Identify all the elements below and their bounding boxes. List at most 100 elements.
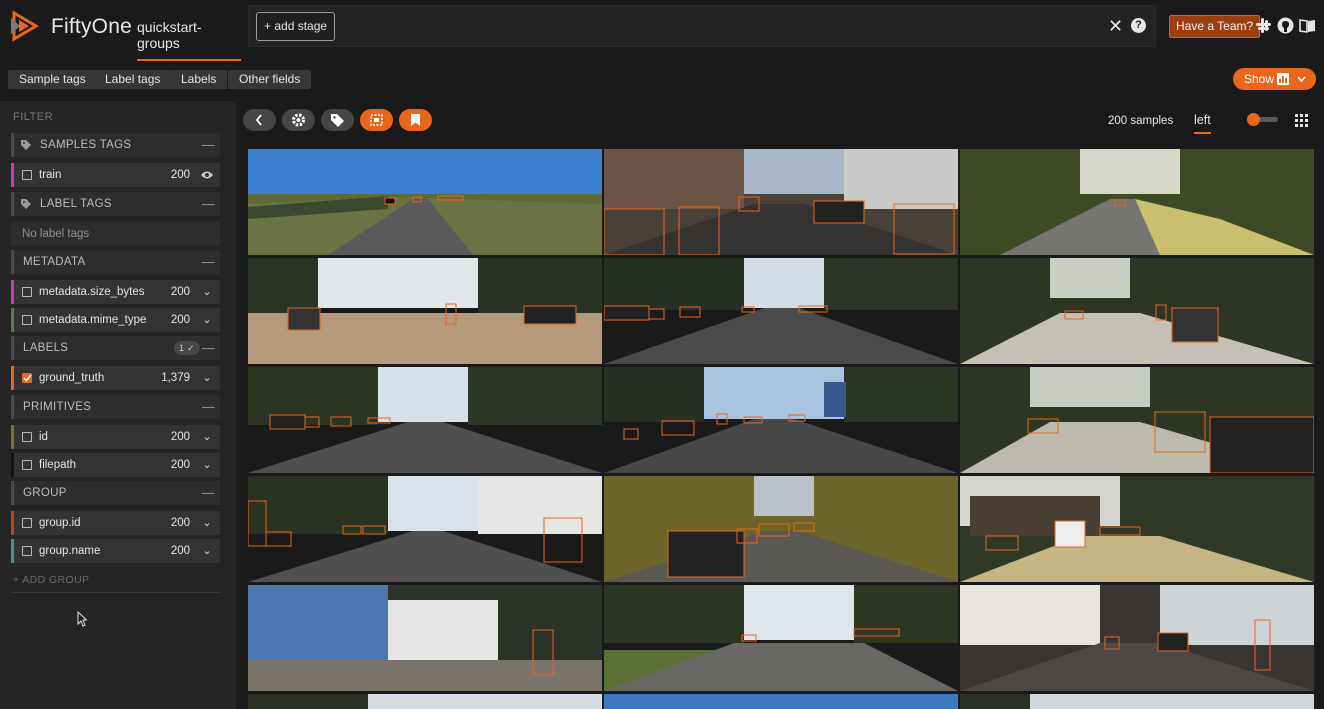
checkbox[interactable] xyxy=(22,170,32,180)
chevron-down-icon[interactable]: ⌄ xyxy=(200,453,214,477)
view-bar[interactable] xyxy=(248,5,1156,47)
checkbox[interactable] xyxy=(22,518,32,528)
sample-image xyxy=(604,476,958,582)
field-color-bar xyxy=(11,511,14,535)
clear-view-close-icon[interactable]: ✕ xyxy=(1108,17,1124,35)
field-color-bar xyxy=(11,280,14,304)
checkbox[interactable] xyxy=(22,287,32,297)
tab-labels[interactable]: Labels xyxy=(170,70,228,89)
checkbox[interactable] xyxy=(22,432,32,442)
field-name: metadata.size_bytes xyxy=(39,286,145,298)
sample-tile[interactable] xyxy=(248,258,602,364)
eye-icon[interactable] xyxy=(200,169,214,181)
collapse-icon[interactable]: — xyxy=(202,133,215,157)
collapse-icon[interactable]: — xyxy=(202,336,215,360)
mouse-cursor-icon xyxy=(77,611,87,627)
group-label-tags[interactable]: LABEL TAGS — xyxy=(11,192,220,216)
tab-sample-tags[interactable]: Sample tags xyxy=(8,70,97,89)
sample-tile[interactable] xyxy=(960,694,1314,709)
grid-icon[interactable] xyxy=(1295,114,1308,127)
github-icon[interactable] xyxy=(1277,17,1294,34)
field-row-filepath[interactable]: filepath 200 ⌄ xyxy=(11,453,220,477)
chevron-down-icon[interactable]: ⌄ xyxy=(200,425,214,449)
gear-icon xyxy=(292,113,305,127)
fiftyone-logo-icon[interactable] xyxy=(8,10,40,42)
chevron-down-icon[interactable]: ⌄ xyxy=(200,539,214,563)
sample-tile[interactable] xyxy=(960,258,1314,364)
sample-image xyxy=(604,694,958,709)
field-row-metadata-size-bytes[interactable]: metadata.size_bytes 200 ⌄ xyxy=(11,280,220,304)
filter-sidebar: FILTER SAMPLES TAGS — train 200 LABEL TA… xyxy=(0,101,236,709)
sample-image xyxy=(960,476,1314,582)
sample-tile[interactable] xyxy=(248,367,602,473)
sample-tile[interactable] xyxy=(248,476,602,582)
settings-button[interactable] xyxy=(282,109,315,131)
field-row-group-name[interactable]: group.name 200 ⌄ xyxy=(11,539,220,563)
sample-tile[interactable] xyxy=(604,585,958,691)
collapse-icon[interactable]: — xyxy=(202,395,215,419)
sample-tile[interactable] xyxy=(604,476,958,582)
sample-tile[interactable] xyxy=(960,585,1314,691)
slack-icon[interactable] xyxy=(1255,17,1272,34)
sample-image xyxy=(248,149,602,255)
sample-image xyxy=(960,694,1314,709)
field-row-metadata-mime-type[interactable]: metadata.mime_type 200 ⌄ xyxy=(11,308,220,332)
samples-count: 200 samples xyxy=(1108,115,1174,127)
tab-label-tags[interactable]: Label tags xyxy=(94,70,172,89)
sample-tile[interactable] xyxy=(248,149,602,255)
zoom-slider-thumb[interactable] xyxy=(1247,113,1260,126)
tab-other-fields[interactable]: Other fields xyxy=(228,70,312,89)
collapse-icon[interactable]: — xyxy=(202,250,215,274)
chevron-down-icon[interactable]: ⌄ xyxy=(200,308,214,332)
collapse-sidebar-button[interactable] xyxy=(243,109,276,131)
field-name: id xyxy=(39,431,48,443)
tag-button[interactable] xyxy=(321,109,354,131)
patches-button[interactable] xyxy=(360,109,393,131)
sample-tile[interactable] xyxy=(604,367,958,473)
add-stage-button[interactable]: + add stage xyxy=(256,12,336,41)
group-primitives-label: PRIMITIVES xyxy=(23,401,92,413)
field-row-id[interactable]: id 200 ⌄ xyxy=(11,425,220,449)
field-row-train[interactable]: train 200 xyxy=(11,163,220,187)
sample-tile[interactable] xyxy=(960,367,1314,473)
collapse-icon[interactable]: — xyxy=(202,192,215,216)
checkbox[interactable] xyxy=(22,460,32,470)
field-row-group-id[interactable]: group.id 200 ⌄ xyxy=(11,511,220,535)
sample-tile[interactable] xyxy=(604,258,958,364)
group-labels[interactable]: LABELS 1 ✓ — xyxy=(11,336,220,360)
bar-chart-icon xyxy=(1277,73,1289,85)
sample-tile[interactable] xyxy=(960,476,1314,582)
sample-tile[interactable] xyxy=(604,694,958,709)
labels-count-badge[interactable]: 1 ✓ xyxy=(174,341,200,355)
group-primitives[interactable]: PRIMITIVES — xyxy=(11,395,220,419)
checkbox[interactable] xyxy=(22,315,32,325)
checkbox[interactable] xyxy=(22,546,32,556)
collapse-icon[interactable]: — xyxy=(202,481,215,505)
group-sample-tags[interactable]: SAMPLES TAGS — xyxy=(11,133,220,157)
show-button[interactable]: Show xyxy=(1233,68,1316,90)
dataset-selector[interactable]: quickstart-groups xyxy=(137,19,241,61)
have-a-team-button[interactable]: Have a Team? xyxy=(1169,15,1261,38)
sample-tile[interactable] xyxy=(960,149,1314,255)
field-color-bar xyxy=(11,453,14,477)
help-icon[interactable]: ? xyxy=(1131,18,1146,33)
sample-tile[interactable] xyxy=(604,149,958,255)
field-count: 200 xyxy=(170,545,190,557)
sample-image xyxy=(248,476,602,582)
add-group-link[interactable]: + ADD GROUP xyxy=(13,574,89,586)
bookmark-icon xyxy=(411,114,420,126)
saved-views-button[interactable] xyxy=(399,109,432,131)
docs-book-icon[interactable] xyxy=(1299,17,1316,34)
patches-icon xyxy=(370,114,383,126)
tag-icon xyxy=(331,114,344,127)
field-row-ground-truth[interactable]: ground_truth 1,379 ⌄ xyxy=(11,366,220,390)
group-metadata[interactable]: METADATA — xyxy=(11,250,220,274)
chevron-down-icon[interactable]: ⌄ xyxy=(200,280,214,304)
sample-tile[interactable] xyxy=(248,585,602,691)
chevron-down-icon[interactable]: ⌄ xyxy=(200,366,214,390)
sample-tile[interactable] xyxy=(248,694,602,709)
group-group[interactable]: GROUP — xyxy=(11,481,220,505)
group-slice-tab[interactable]: left xyxy=(1194,113,1211,134)
chevron-down-icon[interactable]: ⌄ xyxy=(200,511,214,535)
sample-image xyxy=(248,367,602,473)
